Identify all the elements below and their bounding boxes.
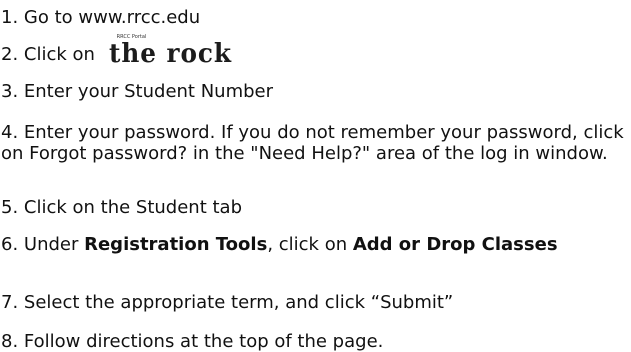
step-3: 3. Enter your Student Number bbox=[1, 81, 273, 102]
step-6-middle: , click on bbox=[267, 234, 353, 255]
step-4-text: 4. Enter your password. If you do not re… bbox=[1, 122, 624, 164]
step-6: 6. Under Registration Tools, click on Ad… bbox=[1, 234, 561, 255]
step-2-text: 2. Click on bbox=[1, 44, 101, 65]
step-4: 4. Enter your password. If you do not re… bbox=[1, 122, 626, 164]
registration-tools-label: Registration Tools bbox=[84, 234, 268, 255]
add-drop-classes-label: Add or Drop Classes bbox=[352, 234, 558, 255]
step-7: 7. Select the appropriate term, and clic… bbox=[1, 292, 453, 313]
step-5: 5. Click on the Student tab bbox=[1, 197, 242, 218]
the-rock-logo: RRCC Portal the rock bbox=[107, 35, 231, 68]
step-6-prefix: 6. Under bbox=[1, 234, 85, 255]
step-1-text: 1. Go to www.rrcc.edu bbox=[1, 7, 201, 28]
step-1: 1. Go to www.rrcc.edu bbox=[1, 7, 200, 28]
step-5-text: 5. Click on the Student tab bbox=[1, 197, 243, 218]
step-2: 2. Click on RRCC Portal the rock bbox=[1, 35, 231, 68]
step-7-text: 7. Select the appropriate term, and clic… bbox=[1, 292, 454, 313]
logo-text: the rock bbox=[108, 39, 232, 69]
step-3-text: 3. Enter your Student Number bbox=[1, 81, 274, 102]
